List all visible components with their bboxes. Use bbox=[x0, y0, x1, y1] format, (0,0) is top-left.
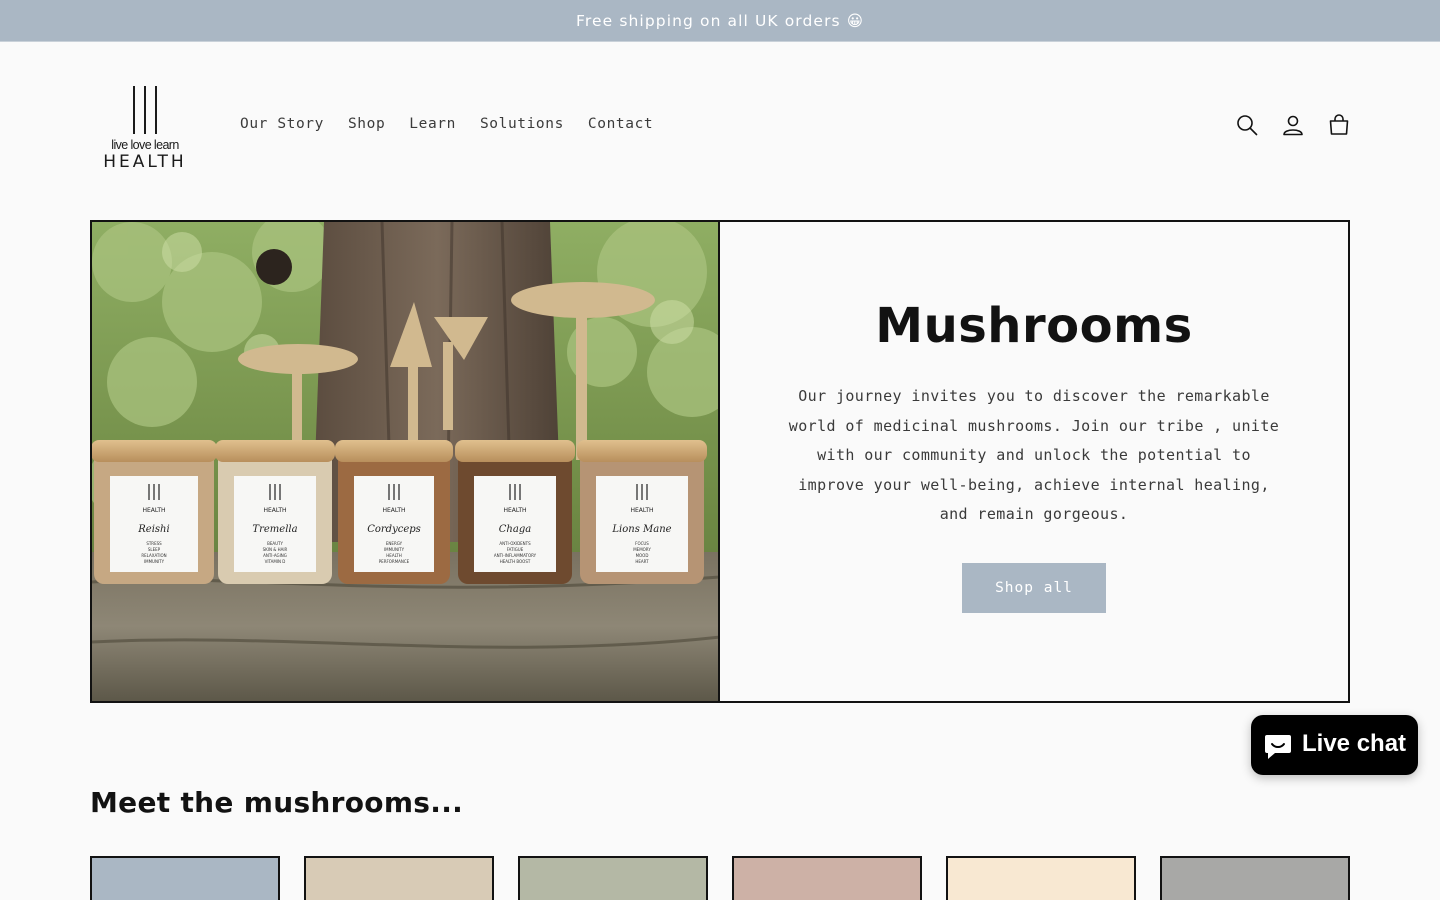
jar-benefit-label: ANTI-INFLAMMATORY bbox=[494, 553, 537, 558]
site-header: live love learn HEALTH Our Story Shop Le… bbox=[0, 42, 1440, 208]
jar-brand-label: HEALTH bbox=[142, 507, 165, 514]
collection-card[interactable] bbox=[90, 856, 280, 900]
hero-banner: HEALTH Reishi STRESS SLEEP RELAXATION IMMUNIT… bbox=[90, 220, 1350, 703]
announcement-bar: Free shipping on all UK orders 😀 bbox=[0, 0, 1440, 42]
nav-item-contact[interactable]: Contact bbox=[576, 112, 665, 136]
jar-name-label: Reishi bbox=[137, 524, 169, 535]
collection-card[interactable] bbox=[946, 856, 1136, 900]
jar-benefit-label: HEART bbox=[635, 559, 649, 564]
product-jar: HEALTHCordycepsENERGYIMMUNITYHEALTHPERFO… bbox=[335, 440, 453, 584]
jar-benefit-label: RELAXATION bbox=[141, 553, 166, 558]
collection-card[interactable] bbox=[304, 856, 494, 900]
cart-button[interactable] bbox=[1316, 102, 1362, 148]
collection-title: Meet the mushrooms... bbox=[90, 786, 464, 819]
nav-item-solutions[interactable]: Solutions bbox=[468, 112, 576, 136]
jar-benefit-label: ANTI-AGING bbox=[263, 553, 287, 558]
jar-brand-label: HEALTH bbox=[382, 507, 405, 514]
collection-card[interactable] bbox=[1160, 856, 1350, 900]
logo[interactable]: live love learn HEALTH bbox=[98, 86, 192, 172]
product-jar: HEALTH Tremella BEAUTYSKIN & HAIRANTI-AGIN… bbox=[215, 440, 335, 584]
jar-brand-label: HEALTH bbox=[503, 507, 526, 514]
main-nav: Our Story Shop Learn Solutions Contact bbox=[228, 112, 665, 136]
announcement-text: Free shipping on all UK orders 😀 bbox=[576, 11, 864, 30]
shop-all-button[interactable]: Shop all bbox=[962, 563, 1106, 613]
hero-description: Our journey invites you to discover the … bbox=[788, 387, 1280, 524]
jar-benefit-label: ANTI-OXIDENTS bbox=[499, 541, 531, 546]
hero-content: Mushrooms Our journey invites you to dis… bbox=[720, 222, 1348, 701]
collection-card[interactable] bbox=[518, 856, 708, 900]
logo-wordmark: HEALTH bbox=[103, 152, 187, 172]
jar-benefit-label: IMMUNITY bbox=[144, 559, 165, 564]
live-chat-button[interactable]: Live chat bbox=[1251, 715, 1418, 775]
jar-brand-label: HEALTH bbox=[263, 507, 286, 514]
search-button[interactable] bbox=[1224, 102, 1270, 148]
jar-name-label: Tremella bbox=[252, 524, 297, 535]
jar-name-label: Cordyceps bbox=[367, 524, 421, 535]
jar-benefit-label: SLEEP bbox=[148, 547, 161, 552]
jar-benefit-label: VITAMIN D bbox=[265, 559, 286, 564]
live-chat-label: Live chat bbox=[1302, 730, 1407, 757]
jar-benefit-label: MOOD bbox=[636, 553, 649, 558]
account-icon bbox=[1283, 115, 1303, 136]
account-button[interactable] bbox=[1270, 102, 1316, 148]
jar-benefit-label: IMMUNITY bbox=[384, 547, 405, 552]
jar-brand-label: HEALTH bbox=[630, 507, 653, 514]
product-jar: HEALTH Chaga ANTI-OXIDENTSFATIGUEANTI-INFL… bbox=[455, 440, 575, 584]
nav-item-our-story[interactable]: Our Story bbox=[228, 112, 336, 136]
jar-benefit-label: HEALTH bbox=[386, 553, 401, 558]
jar-benefit-label: HEALTH BOOST bbox=[500, 559, 531, 564]
cart-icon bbox=[1329, 114, 1349, 135]
jar-benefit-label: SKIN & HAIR bbox=[263, 547, 288, 552]
logo-tagline: live love learn bbox=[111, 138, 179, 152]
product-jar: HEALTH Lions Mane FOCUSMEMORYMOODHEART bbox=[577, 440, 707, 584]
header-icons bbox=[1224, 102, 1362, 148]
logo-bars-icon bbox=[133, 86, 157, 134]
jar-benefit-label: ENERGY bbox=[386, 541, 403, 546]
jar-benefit-label: FATIGUE bbox=[507, 547, 524, 552]
jar-name-label: Chaga bbox=[499, 524, 531, 535]
nav-item-shop[interactable]: Shop bbox=[336, 112, 397, 136]
hero-title: Mushrooms bbox=[875, 298, 1193, 354]
collection-card[interactable] bbox=[732, 856, 922, 900]
collection-list bbox=[90, 856, 1350, 900]
jar-benefit-label: BEAUTY bbox=[267, 541, 283, 546]
chat-bubble-icon bbox=[1265, 735, 1291, 759]
jar-benefit-label: PERFORMANCE bbox=[379, 559, 410, 564]
hero-image: HEALTH Reishi STRESS SLEEP RELAXATION IMMUNIT… bbox=[92, 222, 720, 701]
nav-item-learn[interactable]: Learn bbox=[397, 112, 468, 136]
jar-name-label: Lions Mane bbox=[611, 524, 671, 535]
jar-benefit-label: STRESS bbox=[146, 541, 162, 546]
jar-benefit-label: MEMORY bbox=[633, 547, 651, 552]
jar-benefit-label: FOCUS bbox=[635, 541, 649, 546]
search-icon bbox=[1237, 115, 1258, 136]
product-jar: HEALTH Reishi STRESSSLEEPRELAXATIONIMMUNIT… bbox=[92, 440, 217, 584]
